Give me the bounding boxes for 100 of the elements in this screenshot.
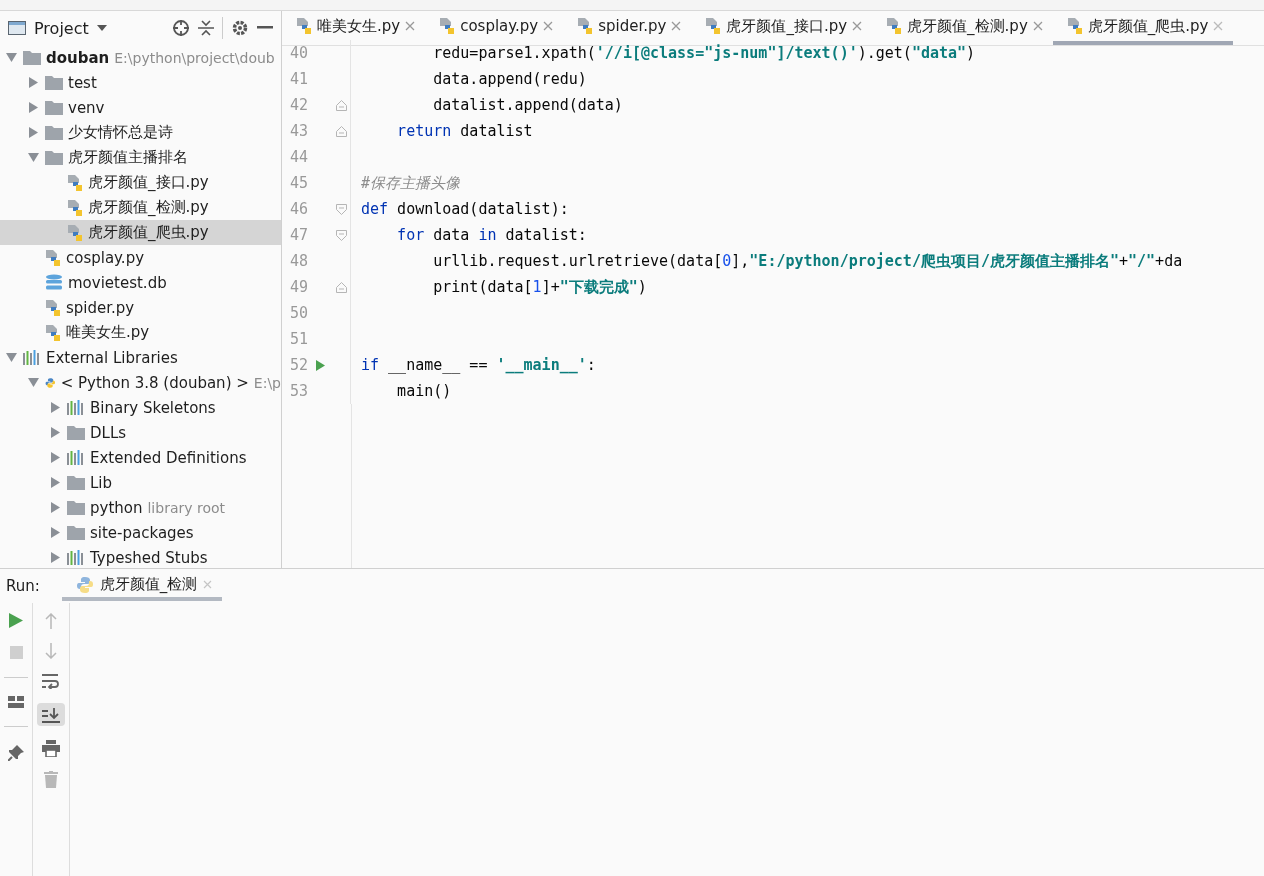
library-icon [67,450,85,465]
editor-tab[interactable]: cosplay.py [425,11,564,45]
line-number: 43 [288,122,308,140]
library-icon [23,350,41,365]
close-icon[interactable] [1213,21,1224,31]
up-arrow-icon[interactable] [45,613,57,629]
close-icon[interactable] [671,21,682,31]
tree-item-label: test [68,73,97,92]
tree-item[interactable]: test [0,70,281,95]
tree-item[interactable]: Binary Skeletons [0,395,281,420]
editor-tab[interactable]: 虎牙颜值_接口.py [691,11,873,45]
settings-icon[interactable] [231,19,249,37]
run-icon[interactable] [9,613,23,628]
tree-item[interactable]: 虎牙颜值主播排名 [0,145,281,170]
code-line: if __name__ == '__main__': [361,356,596,374]
expanded-arrow-icon[interactable] [27,378,39,387]
tree-item[interactable]: python library root [0,495,281,520]
tree-item-label: cosplay.py [66,248,145,267]
code-line: def download(datalist): [361,200,569,218]
collapsed-arrow-icon[interactable] [28,77,38,88]
tree-item-label: Binary Skeletons [90,398,216,417]
path-hint: E:\p [253,374,281,391]
python-file-icon [705,17,722,35]
scroll-to-end-button[interactable] [37,703,65,726]
python-file-icon [45,323,61,342]
caret-icon[interactable] [96,25,107,31]
tree-item[interactable]: 虎牙颜值_接口.py [0,170,281,195]
tree-item[interactable]: 唯美女生.py [0,320,281,345]
wrap-icon[interactable] [42,673,60,689]
run-tab[interactable]: 虎牙颜值_检测 [61,571,223,601]
collapsed-arrow-icon[interactable] [50,502,60,513]
fold-icon[interactable] [335,203,347,215]
folder-icon [45,100,63,115]
tree-item[interactable]: 虎牙颜值_检测.py [0,195,281,220]
tree-item[interactable]: venv [0,95,281,120]
tree-item[interactable]: < Python 3.8 (douban) > E:\p [0,370,281,395]
tree-item[interactable]: DLLs [0,420,281,445]
tree-item[interactable]: External Libraries [0,345,281,370]
tree-item[interactable]: spider.py [0,295,281,320]
tree-item[interactable]: cosplay.py [0,245,281,270]
python-file-icon [45,298,61,317]
python-file-icon [67,198,83,217]
tree-item[interactable]: douban E:\python\project\doub [0,45,281,70]
close-icon[interactable] [405,21,416,31]
close-icon[interactable] [1032,21,1043,31]
tree-item-label: 虎牙颜值_检测.py [88,198,209,217]
tree-item-label: movietest.db [68,273,167,292]
code-line: redu=parse1.xpath('//i[@class="js-num"]/text()').get("data") [432,44,976,62]
tree-item[interactable]: 少女情怀总是诗 [0,120,281,145]
code-line: print(data[1]+"下载完成") [432,277,647,297]
collapsed-arrow-icon[interactable] [50,402,60,413]
line-number: 40 [288,44,308,62]
expanded-arrow-icon[interactable] [5,353,17,362]
library-icon [67,400,85,415]
fold-icon[interactable] [335,281,347,293]
tree-item[interactable]: Lib [0,470,281,495]
run-icon[interactable] [315,359,325,371]
expanded-arrow-icon[interactable] [27,153,39,162]
editor-tab[interactable]: 虎牙颜值_爬虫.py [1052,11,1234,45]
editor-tab[interactable]: 唯美女生.py [282,11,426,45]
path-hint: library root [147,499,226,516]
fold-icon[interactable] [335,99,347,111]
collapsed-arrow-icon[interactable] [50,527,60,538]
minimize-icon[interactable] [257,26,273,30]
collapsed-arrow-icon[interactable] [50,477,60,488]
panel-title[interactable]: Project [34,18,89,38]
fold-icon[interactable] [335,125,347,137]
down-arrow-icon[interactable] [45,643,57,659]
tree-item-label: Lib [90,473,113,492]
target-icon[interactable] [172,19,190,37]
collapse-icon[interactable] [198,19,214,37]
fold-icon[interactable] [335,229,347,241]
library-icon [67,550,85,565]
tree-item[interactable]: 虎牙颜值_爬虫.py [0,220,281,245]
expanded-arrow-icon[interactable] [5,53,17,62]
tree-item-label: 虎牙颜值_爬虫.py [88,223,209,242]
tree-item[interactable]: Extended Definitions [0,445,281,470]
python-file-icon [886,17,903,35]
tree-item[interactable]: movietest.db [0,270,281,295]
close-icon[interactable] [852,21,863,31]
close-icon[interactable] [543,21,554,31]
trash-icon[interactable] [44,771,58,788]
tree-item-label: site-packages [90,523,194,542]
collapsed-arrow-icon[interactable] [28,127,38,138]
editor-tab[interactable]: 虎牙颜值_检测.py [872,11,1053,45]
code-line: urllib.request.urlretrieve(data[0],"E:/python/project/爬虫项目/虎牙颜值主播排名"+"/"+da [432,251,1183,271]
tree-item-label: douban [46,48,110,67]
collapsed-arrow-icon[interactable] [50,452,60,463]
editor-tab[interactable]: spider.py [563,11,692,45]
python-icon [75,575,94,594]
layout-icon[interactable] [8,696,24,708]
tree-item-label: Typeshed Stubs [90,548,208,567]
pin-icon[interactable] [8,745,24,761]
collapsed-arrow-icon[interactable] [28,102,38,113]
close-icon[interactable] [203,580,213,589]
tree-item[interactable]: Typeshed Stubs [0,545,281,568]
collapsed-arrow-icon[interactable] [50,427,60,438]
print-icon[interactable] [42,740,60,757]
tree-item[interactable]: site-packages [0,520,281,545]
collapsed-arrow-icon[interactable] [50,552,60,563]
